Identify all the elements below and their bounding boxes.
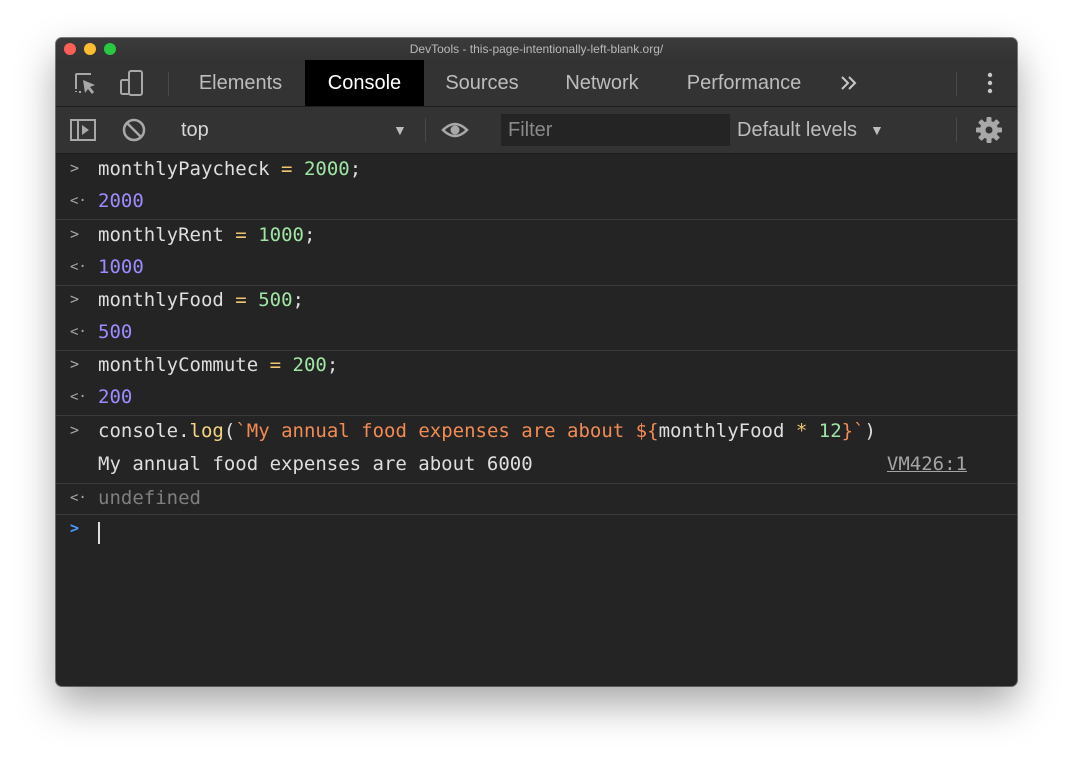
console-toolbar: top ▼ Default levels ▼ xyxy=(56,107,1017,154)
context-selector[interactable]: top xyxy=(181,107,209,153)
result-value: 2000 xyxy=(98,190,144,212)
input-chevron-icon: > xyxy=(70,421,80,439)
result-arrow-icon: <· xyxy=(70,389,87,405)
template-string-end: }` xyxy=(841,420,865,442)
result-value: 200 xyxy=(98,386,133,408)
console-object: console xyxy=(98,420,179,442)
settings-gear-icon[interactable] xyxy=(975,116,1003,144)
toolbar-divider xyxy=(956,72,957,96)
result-value: undefined xyxy=(98,487,201,509)
log-source-link[interactable]: VM426:1 xyxy=(887,453,967,475)
input-code: monthlyCommute = 200; xyxy=(98,354,339,376)
input-code: monthlyPaycheck = 2000; xyxy=(98,158,362,180)
log-call-code: console.log(`My annual food expenses are… xyxy=(98,420,876,442)
title-bar: DevTools - this-page-intentionally-left-… xyxy=(56,38,1017,61)
result-arrow-icon: <· xyxy=(70,193,87,209)
number-literal: 200 xyxy=(292,354,327,376)
inspect-element-icon[interactable] xyxy=(71,69,99,97)
number-literal: 2000 xyxy=(303,158,350,180)
toolbar-divider xyxy=(956,118,957,142)
divider xyxy=(56,285,1017,287)
input-chevron-icon: > xyxy=(70,225,80,243)
result-arrow-icon: <· xyxy=(70,490,87,506)
text-cursor xyxy=(98,522,100,544)
context-dropdown-icon[interactable]: ▼ xyxy=(393,107,407,153)
number-literal: 1000 xyxy=(258,224,304,246)
more-tabs-chevron-icon[interactable] xyxy=(835,69,863,97)
input-code: monthlyRent = 1000; xyxy=(98,224,316,246)
tab-sources[interactable]: Sources xyxy=(424,60,540,106)
variable-name: monthlyPaycheck xyxy=(98,158,270,180)
template-variable: monthlyFood xyxy=(658,420,785,442)
live-expression-eye-icon[interactable] xyxy=(441,116,469,144)
input-chevron-icon: > xyxy=(70,290,80,308)
number-literal: 12 xyxy=(818,420,842,442)
input-code: monthlyFood = 500; xyxy=(98,289,304,311)
result-arrow-icon: <· xyxy=(70,324,87,340)
console-prompt-row[interactable]: > xyxy=(56,518,1017,550)
divider xyxy=(56,483,1017,485)
active-prompt-chevron-icon: > xyxy=(70,519,80,537)
clear-console-icon[interactable] xyxy=(120,116,148,144)
log-levels-dropdown[interactable]: Default levels xyxy=(737,107,857,153)
variable-name: monthlyCommute xyxy=(98,354,259,376)
device-toolbar-icon[interactable] xyxy=(118,69,146,97)
input-chevron-icon: > xyxy=(70,355,80,373)
filter-input[interactable] xyxy=(501,114,730,146)
template-string: `My annual food expenses are about ${ xyxy=(235,420,659,442)
toggle-sidebar-icon[interactable] xyxy=(69,116,97,144)
window-title: DevTools - this-page-intentionally-left-… xyxy=(409,42,664,56)
console-output[interactable]: > monthlyPaycheck = 2000; <· 2000 > mont… xyxy=(56,154,1017,686)
divider xyxy=(56,219,1017,221)
divider xyxy=(56,514,1017,516)
toolbar-divider xyxy=(168,72,169,96)
devtools-window: DevTools - this-page-intentionally-left-… xyxy=(56,38,1017,686)
number-literal: 500 xyxy=(258,289,293,311)
tab-console[interactable]: Console xyxy=(305,60,424,106)
panel-tab-bar: Elements Console Sources Network Perform… xyxy=(56,60,1017,107)
divider xyxy=(56,350,1017,352)
levels-dropdown-icon[interactable]: ▼ xyxy=(870,107,884,153)
result-arrow-icon: <· xyxy=(70,259,87,275)
tab-elements[interactable]: Elements xyxy=(176,60,305,106)
tab-performance[interactable]: Performance xyxy=(664,60,824,106)
toolbar-divider xyxy=(425,118,426,142)
variable-name: monthlyFood xyxy=(98,289,224,311)
tab-network[interactable]: Network xyxy=(540,60,664,106)
input-chevron-icon: > xyxy=(70,159,80,177)
result-value: 500 xyxy=(98,321,133,343)
log-output-text: My annual food expenses are about 6000 xyxy=(98,453,533,475)
variable-name: monthlyRent xyxy=(98,224,224,246)
kebab-menu-icon[interactable] xyxy=(976,69,1004,97)
divider xyxy=(56,415,1017,417)
result-value: 1000 xyxy=(98,256,144,278)
log-method: log xyxy=(189,420,224,442)
